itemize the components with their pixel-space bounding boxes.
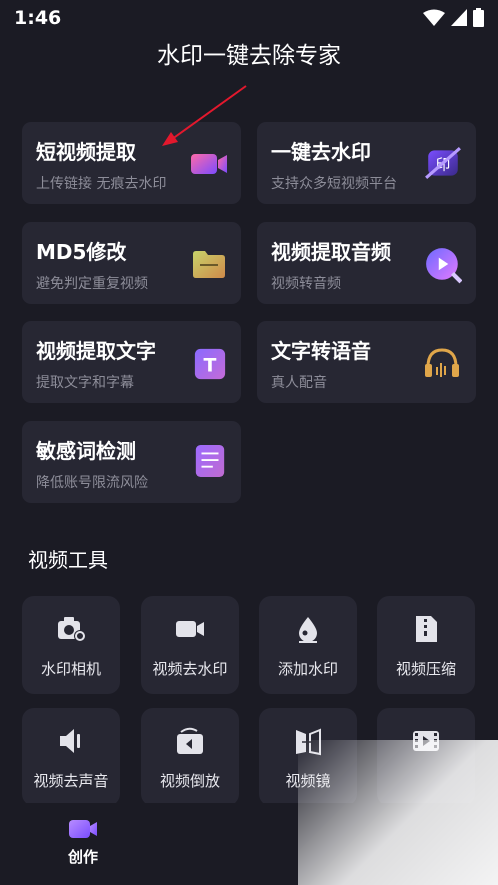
tool-label: 视频镜 [285,772,331,790]
tool-label: 视频倒放 [159,772,220,790]
tool-label: 水印相机 [40,660,101,678]
tool-label: 视频去声音 [33,772,109,790]
card-subtitle: 上传链接 无痕去水印 [36,176,167,192]
signal-icon [451,8,467,26]
text-t-icon: T [194,348,226,380]
audio-disc-icon [426,248,462,284]
tool-video-film[interactable] [377,708,475,806]
watermark-remove-icon: 印 [425,147,461,179]
tool-video-remove-watermark[interactable]: 视频去水印 [141,596,239,694]
tab-label: 创作 [67,848,98,866]
headphones-icon [425,348,459,377]
bottom-tab-bar: 创作 [0,803,498,885]
reverse-icon [177,727,203,754]
card-subtitle: 真人配音 [271,375,327,391]
card-subtitle: 避免判定重复视频 [36,276,148,292]
mute-icon [60,729,80,753]
tool-label: 视频压缩 [395,660,456,678]
status-bar: 1:46 [0,0,498,34]
card-subtitle: 降低账号限流风险 [36,475,148,491]
drop-icon [299,617,317,643]
video-camera-tab-icon [69,820,97,838]
feature-card-one-click-remove[interactable]: 一键去水印 支持众多短视频平台 印 [257,122,476,204]
card-subtitle: 视频转音频 [271,276,341,292]
zip-icon [416,616,437,642]
feature-card-extract-text[interactable]: 视频提取文字 提取文字和字幕 T [22,321,241,403]
svg-text:T: T [204,355,217,377]
section-title: 视频工具 [28,548,108,572]
wifi-icon [423,9,445,26]
card-title: 视频提取音频 [271,240,391,264]
tool-video-mute[interactable]: 视频去声音 [22,708,120,806]
card-title: 敏感词检测 [36,439,136,463]
tool-add-watermark[interactable]: 添加水印 [259,596,357,694]
status-time: 1:46 [14,7,62,29]
feature-card-text-to-speech[interactable]: 文字转语音 真人配音 [257,321,476,403]
feature-card-sensitive-words[interactable]: 敏感词检测 降低账号限流风险 [22,421,241,503]
card-title: 一键去水印 [271,140,371,164]
card-subtitle: 提取文字和字幕 [36,375,134,391]
card-title: MD5修改 [36,240,127,264]
video-camera-icon [191,154,227,174]
card-title: 短视频提取 [36,140,136,164]
film-icon [413,731,439,751]
tool-label: 添加水印 [277,660,338,678]
camera-icon [58,617,86,642]
tool-video-compress[interactable]: 视频压缩 [377,596,475,694]
tool-label: 视频去水印 [152,660,228,678]
video-icon [176,621,204,637]
tool-video-reverse[interactable]: 视频倒放 [141,708,239,806]
card-subtitle: 支持众多短视频平台 [271,176,397,192]
tool-video-mirror[interactable]: 视频镜 [259,708,357,806]
feature-card-md5[interactable]: MD5修改 避免判定重复视频 [22,222,241,304]
tool-watermark-camera[interactable]: 水印相机 [22,596,120,694]
feature-card-short-video-extract[interactable]: 短视频提取 上传链接 无痕去水印 [22,122,241,204]
card-title: 文字转语音 [271,339,371,363]
mirror-icon [296,728,321,756]
document-list-icon [195,444,225,478]
feature-card-extract-audio[interactable]: 视频提取音频 视频转音频 [257,222,476,304]
folder-icon [193,251,225,278]
page-title: 水印一键去除专家 [157,43,341,69]
status-icons [423,8,484,27]
battery-icon [473,8,484,27]
card-title: 视频提取文字 [36,339,156,363]
